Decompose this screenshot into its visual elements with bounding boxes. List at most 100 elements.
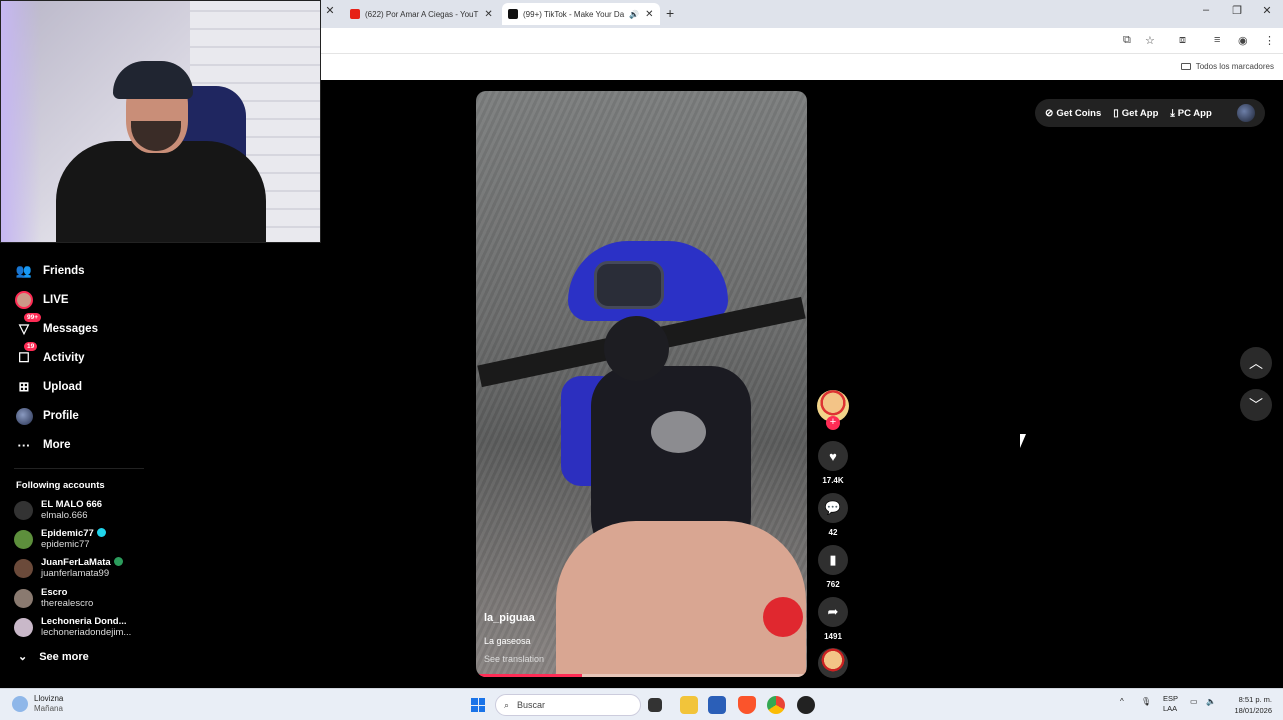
heart-icon: ♥ bbox=[829, 448, 837, 464]
webcam-light bbox=[1, 1, 41, 242]
get-app-button[interactable]: ▯ Get App bbox=[1113, 108, 1158, 119]
next-video-button[interactable]: ﹀ bbox=[1240, 389, 1272, 421]
sidebar-item-activity[interactable]: ☐ 19 Activity bbox=[14, 342, 85, 368]
folder-icon bbox=[1180, 63, 1191, 70]
profile-icon[interactable]: ◉ bbox=[1238, 34, 1248, 47]
sidebar-item-upload[interactable]: ⊞ Upload bbox=[14, 377, 82, 397]
webcam-person-cap bbox=[113, 61, 193, 99]
sidebar-item-friends[interactable]: 👥 Friends bbox=[14, 261, 85, 281]
install-app-icon[interactable]: ⧉ bbox=[1123, 34, 1131, 47]
close-tab-icon[interactable]: ✕ bbox=[645, 9, 653, 20]
clock-time: 8:51 p. m. bbox=[1238, 695, 1272, 704]
avatar bbox=[14, 588, 33, 608]
tab-youtube[interactable]: (622) Por Amar A Ciegas - YouT ✕ bbox=[344, 3, 498, 25]
profile-icon bbox=[14, 406, 34, 426]
app-icon[interactable] bbox=[797, 696, 815, 714]
previous-video-button[interactable]: ︿ bbox=[1240, 347, 1272, 379]
verified-badge-icon bbox=[113, 557, 123, 566]
activity-badge: 19 bbox=[24, 342, 38, 351]
get-coins-button[interactable]: ⊘ Get Coins bbox=[1045, 108, 1101, 119]
menu-kebab-icon[interactable]: ⋮ bbox=[1264, 34, 1275, 47]
minimize-button[interactable]: – bbox=[1196, 4, 1216, 16]
video-username[interactable]: la_piguaa bbox=[484, 612, 535, 624]
new-tab-button[interactable]: + bbox=[666, 5, 674, 21]
sidebar-item-messages[interactable]: ▽ 99+ Messages bbox=[14, 313, 98, 339]
task-view-icon[interactable] bbox=[648, 698, 662, 712]
following-account[interactable]: JuanFerLaMata juanferlamata99 bbox=[14, 557, 123, 579]
like-button[interactable]: ♥ bbox=[818, 441, 848, 471]
comment-count: 42 bbox=[828, 528, 838, 537]
maximize-button[interactable]: ❐ bbox=[1227, 4, 1247, 17]
media-controls-icon[interactable]: ≡ bbox=[1214, 34, 1220, 46]
user-avatar[interactable] bbox=[1237, 104, 1255, 122]
coin-icon: ⊘ bbox=[1045, 107, 1054, 119]
more-icon: ··· bbox=[17, 437, 31, 453]
close-window-button[interactable]: ✕ bbox=[1257, 4, 1277, 17]
youtube-favicon-icon bbox=[350, 9, 360, 19]
share-button[interactable]: ➦ bbox=[818, 597, 848, 627]
weather-condition: Llovizna bbox=[34, 694, 64, 703]
clock-date: 18/01/2026 bbox=[1234, 706, 1272, 715]
extensions-icon[interactable]: ⧈ bbox=[1179, 34, 1186, 47]
close-tab-icon[interactable]: ✕ bbox=[484, 9, 492, 20]
sidebar-item-more[interactable]: ··· More bbox=[14, 435, 71, 455]
video-progress-bar[interactable] bbox=[476, 674, 807, 677]
brave-browser-icon[interactable] bbox=[738, 696, 756, 714]
store-icon[interactable] bbox=[708, 696, 726, 714]
avatar bbox=[14, 500, 33, 520]
language-line2: LAA bbox=[1163, 704, 1178, 713]
sidebar-item-label: Messages bbox=[43, 323, 98, 335]
following-account[interactable]: Epidemic77 epidemic77 bbox=[14, 528, 106, 550]
mouse-cursor-icon bbox=[1020, 434, 1026, 448]
following-account[interactable]: Escro therealescro bbox=[14, 587, 93, 609]
like-count: 17.4K bbox=[822, 476, 844, 485]
webcam-overlay bbox=[0, 0, 321, 243]
chrome-browser-icon[interactable] bbox=[767, 696, 785, 714]
share-arrow-icon: ➦ bbox=[827, 604, 839, 619]
language-indicator[interactable]: ESP LAA bbox=[1163, 694, 1178, 714]
sidebar-item-live[interactable]: LIVE bbox=[14, 290, 69, 310]
phone-icon: ▯ bbox=[1113, 107, 1119, 119]
speaker-icon[interactable]: 🔊 bbox=[629, 10, 639, 19]
close-tab-icon[interactable]: ✕ bbox=[320, 4, 340, 17]
music-disc-icon[interactable] bbox=[818, 648, 848, 678]
all-bookmarks-folder[interactable]: Todos los marcadores bbox=[1180, 62, 1274, 71]
verified-badge-icon bbox=[96, 528, 106, 537]
account-name: Escro bbox=[41, 587, 68, 598]
save-count: 762 bbox=[826, 580, 840, 589]
account-name: JuanFerLaMata bbox=[41, 557, 111, 568]
show-hidden-icons-icon[interactable]: ^ bbox=[1120, 697, 1124, 706]
video-description: La gaseosa bbox=[484, 636, 531, 646]
pc-app-button[interactable]: ⤓ PC App bbox=[1170, 108, 1211, 119]
account-name: Epidemic77 bbox=[41, 528, 94, 539]
account-username: lechoneriadondejim... bbox=[41, 627, 132, 638]
following-account[interactable]: EL MALO 666 elmalo.666 bbox=[14, 499, 102, 521]
account-name: Lechoneria Dond... bbox=[41, 616, 127, 627]
activity-icon: ☐ 19 bbox=[14, 342, 38, 368]
comment-button[interactable]: 💬 bbox=[818, 493, 848, 523]
taskbar-search[interactable]: ⌕ Buscar bbox=[495, 694, 641, 716]
weather-widget[interactable]: Llovizna Mañana bbox=[12, 694, 63, 714]
system-clock[interactable]: 8:51 p. m. 18/01/2026 bbox=[1222, 694, 1272, 716]
rain-cloud-icon bbox=[12, 696, 28, 712]
sidebar-item-profile[interactable]: Profile bbox=[14, 406, 79, 426]
video-player[interactable]: la_piguaa La gaseosa See translation bbox=[476, 91, 807, 677]
tab-tiktok[interactable]: (99+) TikTok - Make Your Da 🔊 ✕ bbox=[502, 3, 660, 25]
file-explorer-icon[interactable] bbox=[680, 696, 698, 714]
save-button[interactable]: ▮ bbox=[818, 545, 848, 575]
account-name: EL MALO 666 bbox=[41, 499, 103, 510]
following-account[interactable]: Lechoneria Dond... lechoneriadondejim... bbox=[14, 616, 131, 638]
avatar bbox=[14, 558, 33, 578]
bookmark-star-icon[interactable]: ☆ bbox=[1145, 34, 1155, 47]
see-more-button[interactable]: ⌄ See more bbox=[18, 650, 89, 664]
follow-plus-icon[interactable]: + bbox=[826, 416, 840, 430]
volume-icon[interactable]: 🔈 bbox=[1206, 697, 1216, 706]
screen: ✕ (622) Por Amar A Ciegas - YouT ✕ (99+)… bbox=[0, 0, 1283, 720]
see-translation-link[interactable]: See translation bbox=[484, 654, 544, 664]
video-fuel-cap bbox=[651, 411, 706, 453]
microphone-icon[interactable]: 🎙 bbox=[1141, 697, 1151, 706]
start-button[interactable] bbox=[471, 698, 485, 712]
all-bookmarks-label: Todos los marcadores bbox=[1195, 62, 1274, 71]
video-red-bottle-cap bbox=[763, 597, 803, 637]
network-icon[interactable]: ▭ bbox=[1190, 697, 1198, 706]
